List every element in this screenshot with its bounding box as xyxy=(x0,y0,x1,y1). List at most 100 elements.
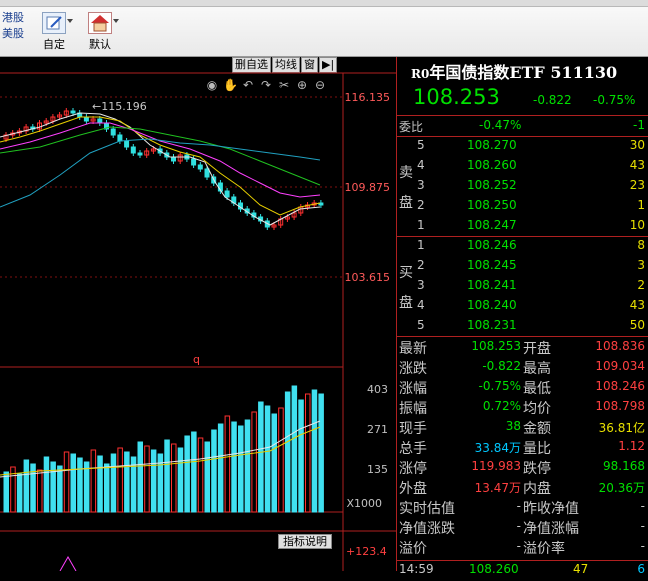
volume-bar xyxy=(110,453,117,513)
volume-bar xyxy=(217,423,224,513)
volume-bar xyxy=(57,465,63,513)
ma-line-magenta xyxy=(0,122,321,198)
volume-bar xyxy=(77,457,83,513)
sell-book: 卖盘 5 108.270 30 4 108.260 43 3 108.252 23 2 108.25… xyxy=(397,136,648,236)
volume-bar xyxy=(278,407,284,513)
stat-value: 109.034 xyxy=(595,359,645,373)
volume-bar xyxy=(137,441,143,513)
stat-row: 溢价 - 溢价率 - xyxy=(397,537,648,557)
price-label-low: 103.615 xyxy=(344,271,391,284)
stat-label: 净值涨幅 xyxy=(523,521,579,537)
stat-row: 外盘 13.47万 内盘 20.36万 xyxy=(397,477,648,497)
candles xyxy=(3,108,324,230)
chart-svg xyxy=(0,72,396,571)
market-links: 港股 美股 xyxy=(0,10,30,42)
stat-label: 跌停 xyxy=(523,461,551,477)
level-price: 108.246 xyxy=(467,238,517,252)
stat-label: 最低 xyxy=(523,381,551,397)
stat-value: 108.253 xyxy=(471,339,521,353)
stat-value: 36.81亿 xyxy=(598,421,645,435)
stat-label: 金额 xyxy=(523,421,551,437)
stat-label: 净值涨跌 xyxy=(399,521,455,537)
volume-bar xyxy=(204,441,210,513)
indicator-line xyxy=(59,555,77,571)
volume-bar xyxy=(3,471,9,513)
volume-bar xyxy=(224,415,231,513)
level-volume: 8 xyxy=(637,238,645,252)
toolbar: 港股 美股 自定 默认 xyxy=(0,0,648,57)
level-number: 1 xyxy=(417,218,425,232)
volume-bar xyxy=(231,421,237,513)
price-change: -0.822 xyxy=(533,93,572,107)
volume-bar xyxy=(264,405,271,513)
stat-label: 开盘 xyxy=(523,341,551,357)
stat-value: 33.84万 xyxy=(474,441,521,455)
level-volume: 43 xyxy=(629,298,645,312)
volume-bars xyxy=(3,385,324,513)
volume-bar xyxy=(311,389,318,513)
stat-label: 涨幅 xyxy=(399,381,427,397)
security-code: R0 xyxy=(411,67,430,81)
volume-bar xyxy=(284,391,291,513)
level-number: 5 xyxy=(417,138,425,152)
stat-value: 108.836 xyxy=(595,339,645,353)
level-number: 2 xyxy=(417,258,425,272)
candle-body xyxy=(171,156,176,162)
volume-bar xyxy=(171,443,177,513)
stat-label: 实时估值 xyxy=(399,501,455,517)
stat-value: 98.168 xyxy=(603,459,645,473)
volume-bar xyxy=(23,459,30,513)
stat-value: 13.47万 xyxy=(474,481,521,495)
stat-label: 量比 xyxy=(523,441,551,457)
volume-bar xyxy=(16,473,23,513)
tick-time: 14:59 xyxy=(399,562,434,576)
stat-row: 总手 33.84万 量比 1.12 xyxy=(397,437,648,457)
level-price: 108.245 xyxy=(467,258,517,272)
stat-row: 实时估值 - 昨收净值 - xyxy=(397,497,648,517)
level-volume: 30 xyxy=(629,138,645,152)
default-button[interactable]: 默认 xyxy=(80,10,120,54)
sell-row: 1 108.247 10 xyxy=(397,216,648,236)
volume-bar xyxy=(298,399,304,513)
volume-bar xyxy=(191,431,197,513)
stat-label: 涨跌 xyxy=(399,361,427,377)
volume-bar xyxy=(144,445,150,513)
stat-value: -0.75% xyxy=(478,379,521,393)
stat-label: 均价 xyxy=(523,401,551,417)
candle-body xyxy=(137,152,143,156)
level-price: 108.240 xyxy=(467,298,517,312)
level-number: 5 xyxy=(417,318,425,332)
candle-body xyxy=(197,164,203,170)
stat-value: - xyxy=(640,499,645,513)
level-volume: 3 xyxy=(637,258,645,272)
chevron-down-icon[interactable] xyxy=(113,19,119,23)
volume-label-403: 403 xyxy=(367,383,388,396)
volume-bar xyxy=(97,455,103,513)
candle-body xyxy=(83,116,89,122)
us-stock-link[interactable]: 美股 xyxy=(0,26,30,42)
custom-button[interactable]: 自定 xyxy=(34,10,74,54)
candle-body xyxy=(130,146,136,154)
security-name: 年国债指数ETF 511130 xyxy=(429,63,618,82)
volume-bar xyxy=(271,413,277,513)
stat-label: 振幅 xyxy=(399,401,427,417)
stat-value: 108.246 xyxy=(595,379,645,393)
price-label-mid: 109.875 xyxy=(344,181,391,194)
tick-row: 14:59 108.260 47 6 xyxy=(397,561,648,581)
hk-stock-link[interactable]: 港股 xyxy=(0,10,30,26)
volume-bar xyxy=(117,447,123,513)
volume-bar xyxy=(63,451,70,513)
stat-label: 内盘 xyxy=(523,481,551,497)
level-price: 108.250 xyxy=(467,198,517,212)
chevron-down-icon[interactable] xyxy=(67,19,73,23)
volume-bar xyxy=(184,435,190,513)
chart-panel[interactable]: 删自选 均线 窗 ▶| ◉ ✋ ↶ ↷ ✂ ⊕ ⊖ 116.135 109.87… xyxy=(0,57,396,571)
indicator-help-button[interactable]: 指标说明 xyxy=(278,534,332,549)
volume-unit-label: X1000 xyxy=(346,497,382,510)
stat-row: 涨幅 -0.75% 最低 108.246 xyxy=(397,377,648,397)
level-volume: 50 xyxy=(629,318,645,332)
level-number: 1 xyxy=(417,238,425,252)
tick-price: 108.260 xyxy=(469,562,519,576)
level-number: 3 xyxy=(417,278,425,292)
volume-bar xyxy=(104,463,110,513)
